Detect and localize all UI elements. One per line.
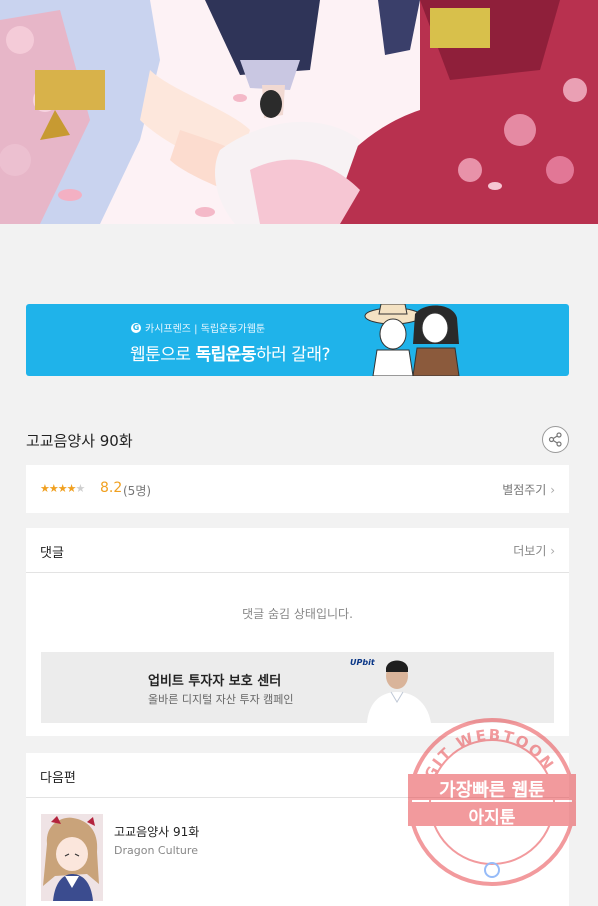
rate-button-label: 별점주기	[502, 483, 547, 497]
share-icon	[548, 432, 562, 447]
next-episode-item[interactable]: 고교음양사 91화 Dragon Culture	[26, 799, 569, 906]
upbit-ad[interactable]: 업비트 투자자 보호 센터 올바른 디지털 자산 투자 캠페인 UPbit	[41, 652, 554, 723]
chevron-right-icon: ›	[550, 483, 555, 497]
next-header: 다음편	[26, 753, 569, 798]
rating-count: (5명)	[123, 484, 152, 498]
rating-card: ★★★★★ 8.2 (5명) 별점주기 ›	[26, 465, 569, 513]
star-filled-icon: ★	[66, 482, 77, 495]
comments-header: 댓글 더보기 ›	[26, 528, 569, 573]
ad-title: 업비트 투자자 보호 센터	[148, 674, 282, 689]
banner-brand: G 카시프렌즈 | 독립운동가웹툰	[131, 320, 265, 335]
banner-headline-bold: 독립운동	[195, 345, 257, 365]
banner-headline-prefix: 웹툰으로	[130, 345, 196, 365]
chevron-right-icon: ›	[550, 544, 555, 558]
next-episode-author: Dragon Culture	[114, 844, 198, 857]
banner-headline-suffix: 하러 갈래?	[256, 345, 331, 365]
rating-stars: ★★★★★	[40, 482, 86, 495]
ad-person-photo	[367, 660, 431, 723]
webtoon-campaign-banner[interactable]: G 카시프렌즈 | 독립운동가웹툰 웹툰으로 독립운동하러 갈래?	[26, 304, 569, 376]
artwork-illustration	[0, 0, 598, 224]
episode-title: 고교음양사 90화	[26, 432, 133, 450]
episode-artwork	[0, 0, 598, 224]
share-button[interactable]	[542, 426, 569, 453]
comments-more-label: 더보기	[513, 544, 547, 558]
banner-headline: 웹툰으로 독립운동하러 갈래?	[130, 340, 331, 365]
ad-subtitle: 올바른 디지털 자산 투자 캠페인	[148, 693, 294, 706]
next-episode-title: 고교음양사 91화	[114, 825, 200, 839]
star-empty-icon: ★	[75, 482, 86, 495]
next-label: 다음편	[40, 771, 76, 786]
star-filled-icon: ★	[57, 482, 68, 495]
banner-brand-text: 카시프렌즈 | 독립운동가웹툰	[145, 324, 266, 335]
next-episode-thumbnail	[41, 814, 103, 901]
kakao-g-icon: G	[131, 322, 141, 333]
banner-characters-illustration	[364, 304, 460, 376]
comments-card: 댓글 더보기 › 댓글 숨김 상태입니다. 업비트 투자자 보호 센터 올바른 …	[26, 528, 569, 736]
star-filled-icon: ★	[48, 482, 59, 495]
rating-score: 8.2	[100, 480, 123, 496]
thumbnail-illustration	[41, 814, 103, 901]
comments-label: 댓글	[40, 546, 64, 561]
rate-button[interactable]: 별점주기 ›	[502, 481, 555, 498]
star-filled-icon: ★	[40, 482, 50, 495]
next-episode-card: 다음편 고교음양사 91화 Dragon Culture	[26, 753, 569, 906]
comments-hidden-message: 댓글 숨김 상태입니다.	[242, 607, 353, 621]
comments-more-button[interactable]: 더보기 ›	[513, 542, 555, 559]
